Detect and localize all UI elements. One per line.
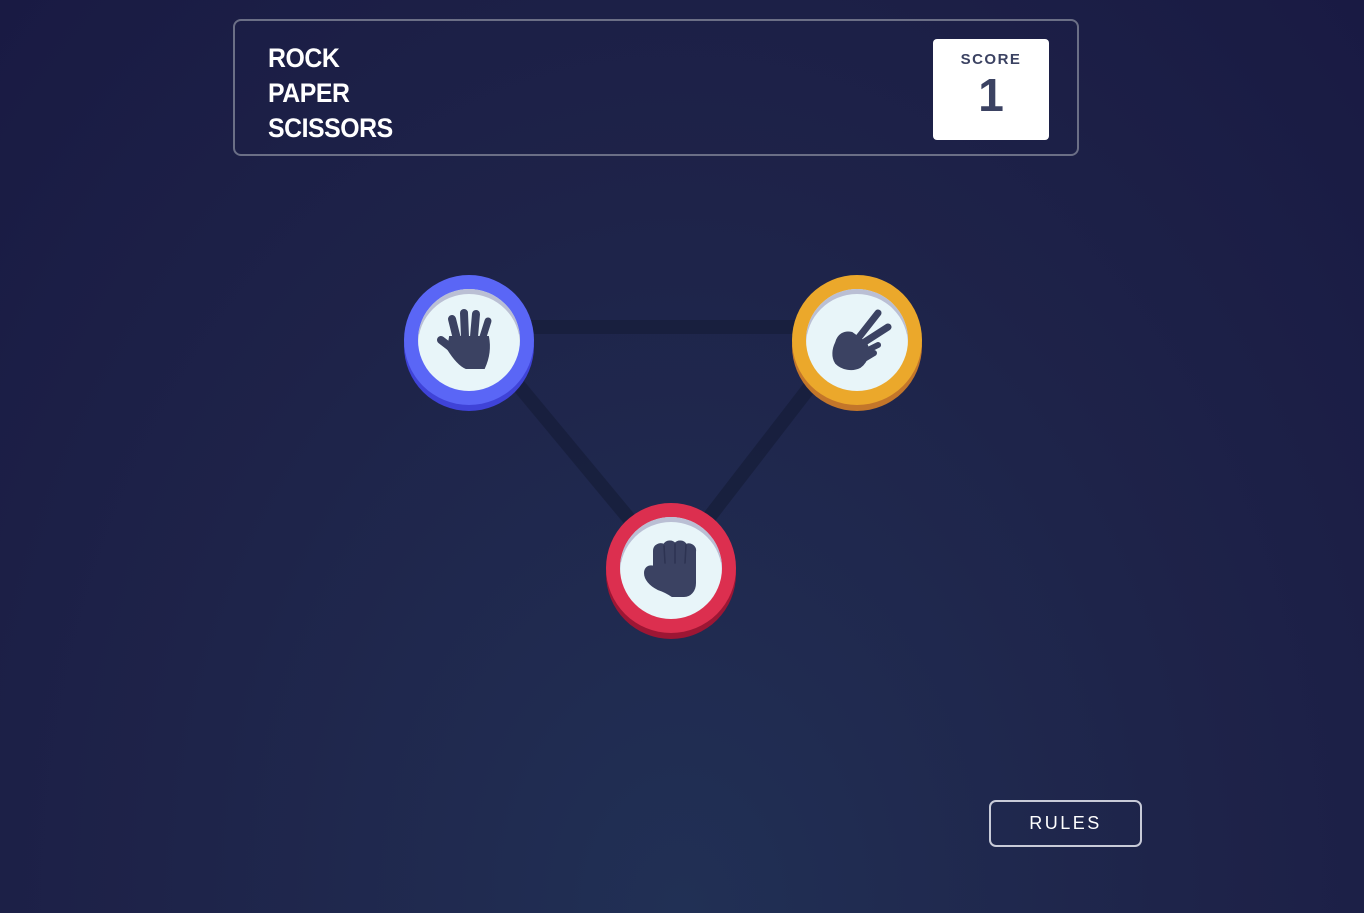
scissors-hand-icon: [832, 309, 892, 371]
rock-fist-icon: [644, 540, 697, 597]
paper-button[interactable]: [404, 275, 534, 411]
rules-button[interactable]: RULES: [989, 800, 1142, 847]
paper-hand-icon: [437, 309, 492, 369]
rock-button[interactable]: [606, 503, 736, 639]
game-board: [0, 0, 1364, 913]
triangle-background: [464, 320, 862, 573]
scissors-button[interactable]: [792, 275, 922, 411]
